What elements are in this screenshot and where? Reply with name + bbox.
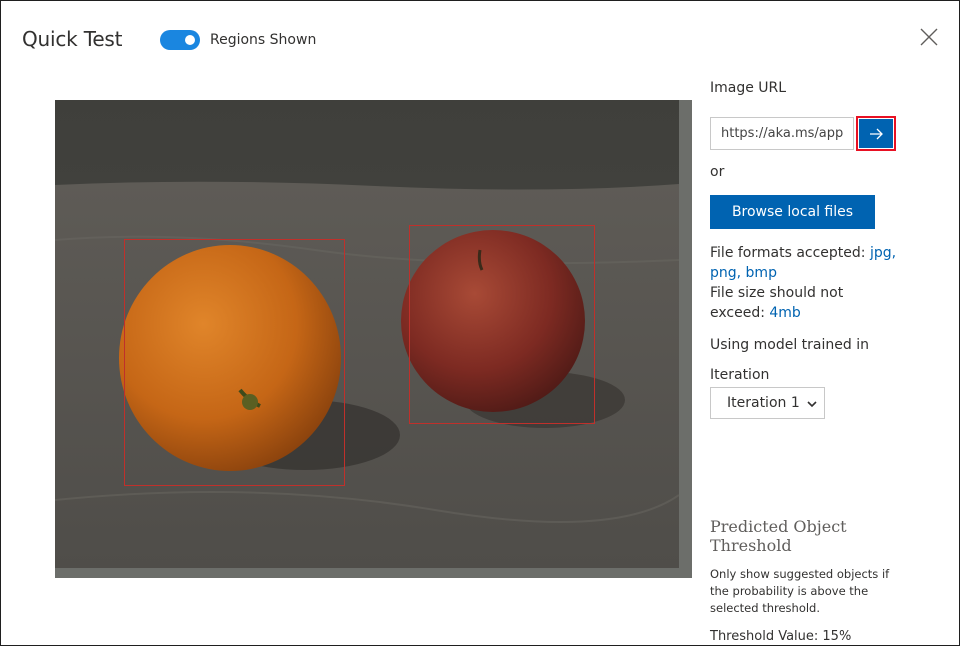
toggle-knob: [185, 35, 195, 45]
regions-shown-label: Regions Shown: [210, 32, 317, 48]
test-image-preview: [55, 100, 692, 578]
chevron-down-icon: [807, 401, 817, 408]
file-info: File formats accepted: jpg, png, bmp Fil…: [710, 243, 900, 323]
arrow-right-icon: [870, 128, 883, 139]
predicted-threshold-title: Predicted Object Threshold: [710, 517, 847, 555]
size-limit-link[interactable]: 4mb: [769, 305, 800, 321]
test-image: [55, 100, 692, 578]
image-url-input[interactable]: [710, 117, 854, 150]
close-icon[interactable]: [917, 25, 941, 49]
quick-test-dialog: Quick Test Regions Shown Image URL https…: [0, 0, 960, 646]
iteration-label: Iteration: [710, 367, 770, 383]
or-label: or: [710, 164, 725, 180]
dialog-title: Quick Test: [22, 27, 123, 51]
regions-shown-toggle[interactable]: [160, 30, 200, 50]
browse-local-files-button[interactable]: Browse local files: [710, 195, 875, 229]
predicted-threshold-description: Only show suggested objects if the proba…: [710, 567, 890, 615]
threshold-value-label: Threshold Value: 15%: [710, 629, 852, 644]
submit-url-button[interactable]: [856, 116, 896, 151]
iteration-select-value: Iteration 1: [727, 395, 800, 411]
model-label: Using model trained in: [710, 337, 869, 353]
iteration-select[interactable]: Iteration 1: [710, 387, 825, 419]
formats-label: File formats accepted:: [710, 245, 866, 261]
image-url-label: Image URL: [710, 80, 787, 96]
